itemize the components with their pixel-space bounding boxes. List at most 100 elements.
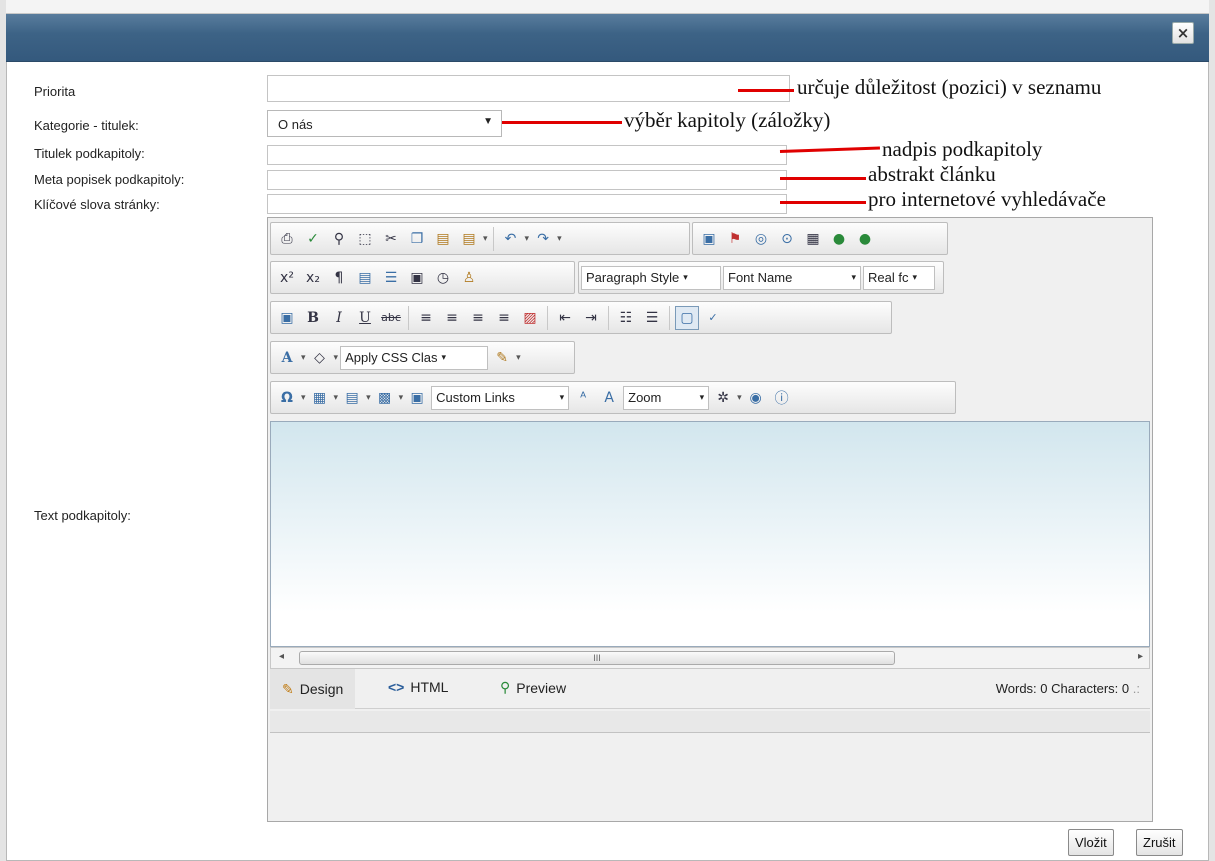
bold-icon[interactable]: B bbox=[301, 306, 325, 330]
align-center-icon[interactable]: ≡ bbox=[440, 306, 464, 330]
print-icon[interactable]: ⎙ bbox=[275, 227, 299, 251]
magnifier-icon: ⚲ bbox=[500, 679, 511, 695]
outdent-icon[interactable]: ⇤ bbox=[553, 306, 577, 330]
media-icon[interactable]: ⊙ bbox=[775, 227, 799, 251]
insert-button[interactable]: Vložit bbox=[1068, 829, 1114, 856]
about-icon[interactable]: ⓘ bbox=[770, 386, 794, 410]
tab-design-label: Design bbox=[299, 681, 344, 697]
paste-special-icon[interactable]: ▤ bbox=[457, 227, 481, 251]
remove-link-icon[interactable]: ● bbox=[853, 227, 877, 251]
insert-media-icon[interactable]: ▩ bbox=[373, 386, 397, 410]
chevron-down-icon: ▾ bbox=[699, 392, 705, 402]
redo-icon[interactable]: ↷ bbox=[531, 227, 555, 251]
document-icon[interactable]: ▦ bbox=[801, 227, 825, 251]
chevron-down-icon[interactable]: ▾ bbox=[301, 353, 306, 363]
paragraph-style-dropdown[interactable]: Paragraph Style ▾ bbox=[581, 265, 721, 290]
dialog-titlebar bbox=[6, 0, 1209, 62]
paste-icon[interactable]: ▤ bbox=[431, 227, 455, 251]
scroll-right-icon[interactable]: ▸ bbox=[1138, 651, 1143, 662]
cut-icon[interactable]: ✂ bbox=[379, 227, 403, 251]
tab-html-label: HTML bbox=[410, 679, 449, 695]
image-icon[interactable]: ▣ bbox=[697, 227, 721, 251]
undo-icon[interactable]: ↶ bbox=[499, 227, 523, 251]
convert-lower-icon[interactable]: ᴬ bbox=[571, 386, 595, 410]
tab-html[interactable]: <> HTML bbox=[388, 679, 448, 695]
priority-input[interactable] bbox=[267, 75, 790, 102]
apply-css-class-dropdown[interactable]: Apply CSS Clas ▾ bbox=[340, 345, 489, 370]
flash-icon[interactable]: ◎ bbox=[749, 227, 773, 251]
remove-alignment-icon[interactable]: ▨ bbox=[518, 306, 542, 330]
spellcheck-icon[interactable]: ✓ bbox=[301, 227, 325, 251]
font-size-dropdown[interactable]: Real fc ▾ bbox=[863, 265, 935, 290]
superscript-icon[interactable]: x² bbox=[275, 266, 299, 290]
annotation-text: abstrakt článku bbox=[868, 162, 996, 186]
align-right-icon[interactable]: ≡ bbox=[466, 306, 490, 330]
special-characters-icon[interactable]: Ω bbox=[275, 386, 299, 410]
copy-icon[interactable]: ❐ bbox=[405, 227, 429, 251]
subscript-icon[interactable]: x₂ bbox=[301, 266, 325, 290]
background-color-icon[interactable]: ◇ bbox=[308, 346, 332, 370]
find-icon[interactable]: ⚲ bbox=[327, 227, 351, 251]
paragraph-icon[interactable]: ¶ bbox=[327, 266, 351, 290]
indent-icon[interactable]: ⇥ bbox=[579, 306, 603, 330]
numbered-list-icon[interactable]: ☷ bbox=[614, 306, 638, 330]
align-left-icon[interactable]: ≡ bbox=[414, 306, 438, 330]
form-icon[interactable]: ▣ bbox=[405, 266, 429, 290]
chevron-down-icon[interactable]: ▾ bbox=[525, 234, 530, 244]
bulleted-list-icon[interactable]: ☰ bbox=[640, 306, 664, 330]
annotation-text: určuje důležitost (pozici) v seznamu bbox=[797, 75, 1102, 99]
chapter-title-input[interactable] bbox=[267, 145, 787, 165]
chevron-down-icon[interactable]: ▾ bbox=[557, 234, 562, 244]
annotation-text: výběr kapitoly (záložky) bbox=[624, 108, 831, 132]
insert-marker-icon[interactable]: ◉ bbox=[744, 386, 768, 410]
chapter-text-label: Text podkapitoly: bbox=[34, 508, 131, 523]
hyperlink-icon[interactable]: ● bbox=[827, 227, 851, 251]
keywords-input[interactable] bbox=[267, 194, 787, 214]
chevron-down-icon: ▼ bbox=[483, 116, 493, 127]
chevron-down-icon[interactable]: ▾ bbox=[301, 393, 306, 403]
insert-table-icon[interactable]: ▦ bbox=[308, 386, 332, 410]
zoom-dropdown[interactable]: Zoom ▾ bbox=[623, 385, 710, 410]
cancel-button[interactable]: Zrušit bbox=[1136, 829, 1183, 856]
symbol-icon[interactable]: ♙ bbox=[457, 266, 481, 290]
toggle-borders-icon[interactable]: ▢ bbox=[675, 305, 699, 330]
chevron-down-icon[interactable]: ▾ bbox=[366, 393, 371, 403]
convert-upper-icon[interactable]: A bbox=[597, 386, 621, 410]
toolbar-row-1b: ▣ ⚑ ◎ ⊙ ▦ ● ● bbox=[692, 222, 948, 255]
category-select[interactable]: O nás ▼ bbox=[267, 110, 502, 137]
close-button[interactable]: × bbox=[1172, 22, 1194, 44]
date-time-icon[interactable]: ◷ bbox=[431, 266, 455, 290]
tab-design[interactable]: ✎ Design bbox=[270, 669, 356, 709]
insert-snippet-icon[interactable]: ▤ bbox=[353, 266, 377, 290]
image-manager-icon[interactable]: ▣ bbox=[275, 306, 299, 330]
module-manager-icon[interactable]: ✲ bbox=[711, 386, 735, 410]
chevron-down-icon[interactable]: ▾ bbox=[516, 353, 521, 363]
strikethrough-icon[interactable]: abc bbox=[379, 306, 403, 330]
insert-element-icon[interactable]: ▤ bbox=[340, 386, 364, 410]
italic-icon[interactable]: I bbox=[327, 306, 351, 330]
font-color-icon[interactable]: A bbox=[275, 346, 299, 370]
scroll-left-icon[interactable]: ◂ bbox=[279, 651, 284, 662]
zoom-value: Zoom bbox=[628, 390, 662, 405]
underline-icon[interactable]: U bbox=[353, 306, 377, 330]
chevron-down-icon[interactable]: ▾ bbox=[737, 393, 742, 403]
chevron-down-icon[interactable]: ▾ bbox=[334, 353, 339, 363]
chevron-down-icon[interactable]: ▾ bbox=[399, 393, 404, 403]
custom-links-dropdown[interactable]: Custom Links ▾ bbox=[431, 385, 570, 410]
editor-content-area[interactable] bbox=[270, 421, 1150, 647]
font-name-dropdown[interactable]: Font Name ▾ bbox=[723, 265, 861, 290]
horizontal-scrollbar[interactable]: ◂ III ▸ bbox=[270, 647, 1150, 669]
insert-image-icon[interactable]: ⚑ bbox=[723, 227, 747, 251]
horizontal-rule-icon[interactable]: ☰ bbox=[379, 266, 403, 290]
chevron-down-icon[interactable]: ▾ bbox=[483, 234, 488, 244]
template-icon[interactable]: ▣ bbox=[405, 386, 429, 410]
select-all-icon[interactable]: ⬚ bbox=[353, 227, 377, 251]
chevron-down-icon: ▾ bbox=[559, 392, 565, 402]
chevron-down-icon[interactable]: ▾ bbox=[334, 393, 339, 403]
tab-preview[interactable]: ⚲ Preview bbox=[500, 679, 566, 696]
meta-description-input[interactable] bbox=[267, 170, 787, 190]
format-stripper-icon[interactable]: ✎ bbox=[490, 346, 514, 370]
xhtml-validator-icon[interactable]: ✓ bbox=[701, 306, 725, 330]
scrollbar-thumb[interactable]: III bbox=[299, 651, 895, 665]
justify-icon[interactable]: ≡ bbox=[492, 306, 516, 330]
